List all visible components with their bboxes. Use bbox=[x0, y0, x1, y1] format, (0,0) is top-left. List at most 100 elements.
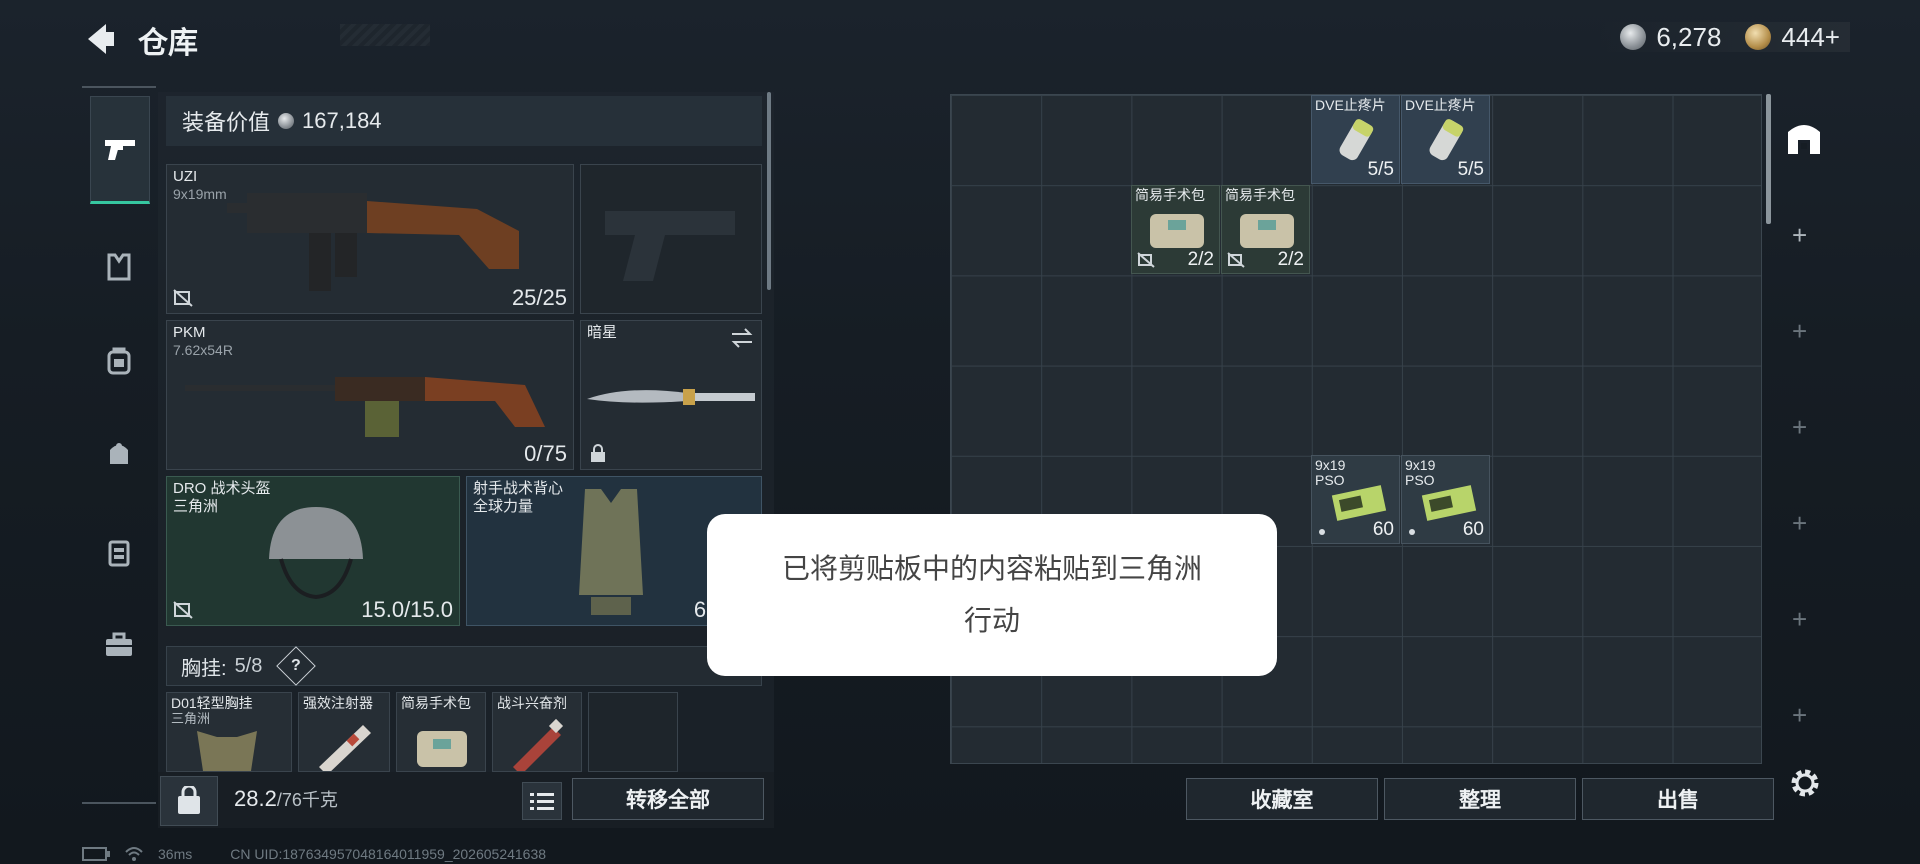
melee-name: 暗星 bbox=[587, 324, 618, 341]
rig-slot-empty[interactable] bbox=[588, 692, 678, 772]
list-icon bbox=[530, 793, 554, 810]
help-icon[interactable]: ? bbox=[276, 646, 317, 686]
vest-icon bbox=[107, 253, 131, 281]
bag-icon bbox=[110, 443, 128, 464]
rig-item-brand: 三角洲 bbox=[171, 711, 211, 726]
item-count: 60 bbox=[1462, 519, 1484, 540]
back-arrow-icon[interactable] bbox=[82, 20, 120, 58]
rig-item-name: 战斗兴奋剂 bbox=[497, 695, 567, 711]
weight-current: 28.2 bbox=[234, 786, 277, 811]
weapon-name: UZI bbox=[173, 168, 198, 185]
stash-item-ammo[interactable]: 9x19 PSO 60 bbox=[1311, 455, 1400, 544]
weight-icon bbox=[178, 786, 200, 814]
chest-rig-header: 胸挂: 5/8 ? bbox=[166, 646, 762, 686]
pistol-slot-empty[interactable] bbox=[580, 164, 762, 314]
carry-weight: 28.2/76千克 bbox=[234, 786, 338, 812]
stash-home-icon[interactable] bbox=[1784, 118, 1824, 158]
helmet-durability: 15.0/15.0 bbox=[361, 597, 453, 622]
swap-icon[interactable] bbox=[729, 327, 755, 349]
add-stash-tab-icon[interactable]: + bbox=[1792, 700, 1807, 731]
melee-slot[interactable]: 暗星 bbox=[580, 320, 762, 470]
stash-item-ammo[interactable]: 9x19 PSO 60 bbox=[1401, 455, 1490, 544]
primary-weapon-slot[interactable]: UZI 9x19mm 25/25 bbox=[166, 164, 574, 314]
nav-item-helmet[interactable] bbox=[90, 332, 148, 390]
rig-slot-3[interactable]: 战斗兴奋剂 bbox=[492, 692, 582, 772]
gold-currency-value[interactable]: 444+ bbox=[1781, 22, 1840, 53]
status-dot bbox=[1409, 529, 1415, 535]
toast-line-2: 行动 bbox=[963, 605, 1020, 636]
injector-image bbox=[319, 725, 371, 771]
sort-button[interactable]: 整理 bbox=[1384, 778, 1576, 820]
silver-coin-icon bbox=[278, 113, 295, 129]
nav-item-rig[interactable] bbox=[90, 524, 148, 582]
wifi-icon bbox=[125, 847, 143, 861]
equipment-value-amount: 167,184 bbox=[302, 108, 382, 133]
lock-icon bbox=[591, 444, 605, 462]
no-insurance-icon bbox=[173, 601, 193, 619]
pistol-icon bbox=[105, 140, 135, 160]
equipment-scrollbar[interactable] bbox=[767, 92, 771, 290]
rig-slot-2[interactable]: 简易手术包 bbox=[396, 692, 486, 772]
item-count: 5/5 bbox=[1457, 159, 1484, 180]
pkm-gun-image bbox=[185, 377, 545, 437]
item-name: 简易手术包 bbox=[1225, 187, 1295, 203]
helmet-slot[interactable]: DRO 战术头盔 三角洲 15.0/15.0 bbox=[166, 476, 460, 626]
collection-room-button[interactable]: 收藏室 bbox=[1186, 778, 1378, 820]
status-dot bbox=[1319, 529, 1325, 535]
transfer-all-button[interactable]: 转移全部 bbox=[572, 778, 764, 820]
add-stash-tab-icon[interactable]: + bbox=[1792, 412, 1807, 443]
gold-coin-icon bbox=[1745, 24, 1772, 50]
uzi-gun-image bbox=[227, 193, 519, 291]
rig-capacity: 5/8 bbox=[234, 654, 263, 677]
backpack-icon bbox=[107, 347, 131, 375]
item-name: DVE止疼片 bbox=[1315, 97, 1386, 113]
add-stash-tab-icon[interactable]: + bbox=[1792, 220, 1807, 251]
rig-vest-image bbox=[197, 731, 257, 771]
list-view-button[interactable] bbox=[522, 782, 562, 820]
add-stash-tab-icon[interactable]: + bbox=[1792, 508, 1807, 539]
surgery-kit-image bbox=[1240, 214, 1294, 248]
ping-value: 36ms bbox=[158, 846, 193, 862]
nav-item-weapons[interactable] bbox=[90, 96, 150, 204]
no-insurance-icon bbox=[1137, 252, 1155, 268]
silver-currency-value: 6,278 bbox=[1656, 21, 1722, 52]
stash-tabs: + + + + + + bbox=[1774, 94, 1834, 774]
stash-item-surgery-kit[interactable]: 简易手术包 2/2 bbox=[1131, 185, 1220, 274]
knife-image bbox=[587, 389, 755, 405]
surgery-kit-image bbox=[1150, 214, 1204, 248]
ammo-count: 25/25 bbox=[511, 285, 567, 310]
battery-icon bbox=[82, 847, 110, 861]
equipment-value-label: 装备价值 bbox=[182, 110, 271, 135]
rig-item-name: 简易手术包 bbox=[401, 695, 471, 711]
nav-item-backpack[interactable] bbox=[90, 424, 148, 482]
stash-item-painkiller[interactable]: DVE止疼片 5/5 bbox=[1311, 95, 1400, 184]
ammo-box-image bbox=[1421, 485, 1477, 521]
item-count: 60 bbox=[1372, 519, 1394, 540]
settings-gear-icon[interactable] bbox=[1788, 766, 1822, 800]
weight-lock-button[interactable] bbox=[160, 776, 218, 826]
no-insurance-icon bbox=[173, 289, 193, 307]
pistol-placeholder-icon bbox=[605, 211, 735, 281]
stash-item-painkiller[interactable]: DVE止疼片 5/5 bbox=[1401, 95, 1490, 184]
equipment-value: 装备价值 167,184 bbox=[166, 96, 762, 146]
rig-slot-1[interactable]: 强效注射器 bbox=[298, 692, 390, 772]
add-stash-tab-icon[interactable]: + bbox=[1792, 316, 1807, 347]
nav-item-tools[interactable] bbox=[90, 616, 148, 674]
armor-image bbox=[579, 489, 643, 615]
armor-name: 射手战术背心 bbox=[473, 480, 564, 497]
nav-divider bbox=[82, 802, 156, 804]
nav-item-armor[interactable] bbox=[90, 238, 148, 296]
page-title: 仓库 bbox=[138, 27, 198, 60]
sell-button[interactable]: 出售 bbox=[1582, 778, 1774, 820]
stash-item-surgery-kit[interactable]: 简易手术包 2/2 bbox=[1221, 185, 1310, 274]
stash-scrollbar[interactable] bbox=[1766, 94, 1771, 224]
secondary-weapon-slot[interactable]: PKM 7.62x54R 0/75 bbox=[166, 320, 574, 470]
rig-item-name: D01轻型胸挂 bbox=[171, 695, 253, 711]
rig-slot-vest[interactable]: D01轻型胸挂 三角洲 bbox=[166, 692, 292, 772]
status-bar: 36ms CN UID:187634957048164011959_202605… bbox=[82, 846, 546, 862]
ammo-box-image bbox=[1331, 485, 1387, 521]
item-count: 5/5 bbox=[1367, 159, 1394, 180]
nav-divider bbox=[82, 86, 156, 88]
add-stash-tab-icon[interactable]: + bbox=[1792, 604, 1807, 635]
armor-brand: 全球力量 bbox=[473, 498, 534, 515]
